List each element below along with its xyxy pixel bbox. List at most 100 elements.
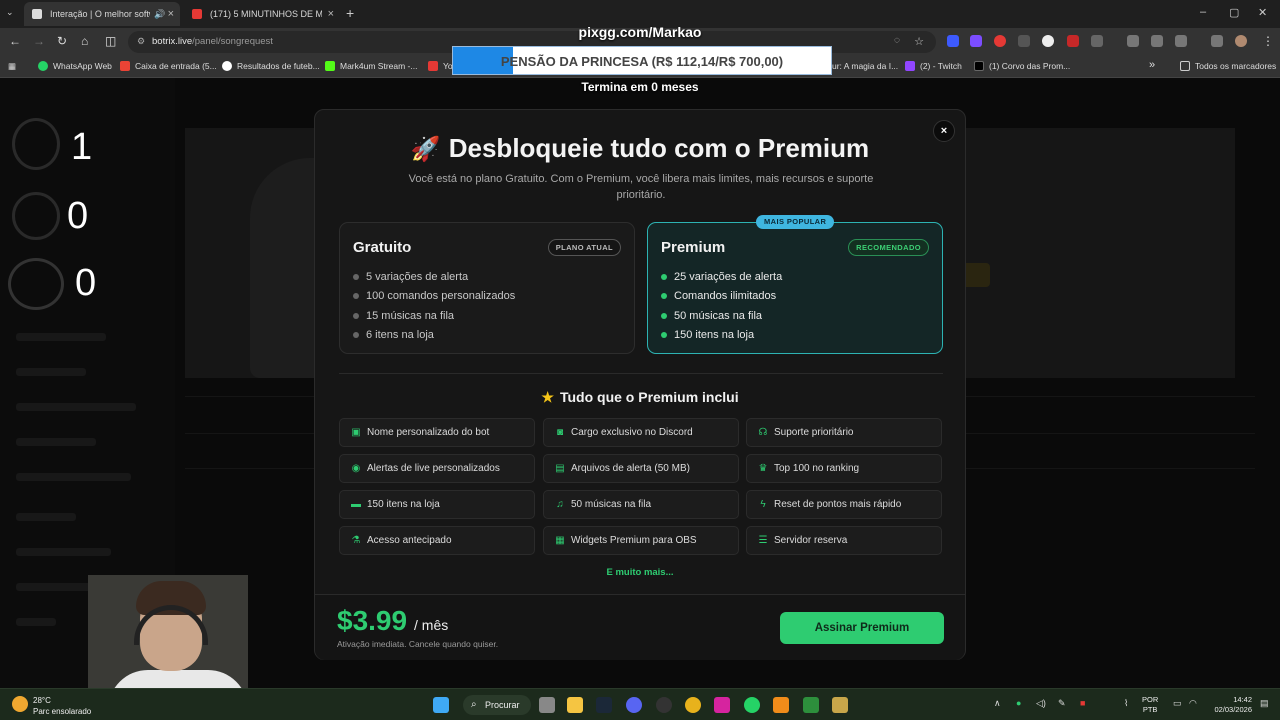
obs-icon[interactable] xyxy=(656,697,672,713)
overlay-counter: 0 xyxy=(67,195,89,237)
tab-search-chevron-icon[interactable]: ⌄ xyxy=(6,7,14,18)
sticker-icon xyxy=(8,258,64,310)
modal-subtitle: Você está no plano Gratuito. Com o Premi… xyxy=(408,173,874,201)
youtube-favicon-icon xyxy=(192,9,202,19)
window-close-icon[interactable]: ✕ xyxy=(1258,6,1267,19)
music-icon: ♫ xyxy=(556,499,564,510)
windows-start-icon[interactable] xyxy=(433,697,449,713)
tab-title: (171) 5 MINUTINHOS DE MAR xyxy=(210,9,322,19)
feature-item: ▦ Widgets Premium para OBS xyxy=(543,526,739,555)
close-tab-icon[interactable]: × xyxy=(328,8,334,20)
robot-icon: ▣ xyxy=(351,427,361,438)
list-item: 150 itens na loja xyxy=(661,326,782,346)
bookmark-x[interactable]: (1) Corvo das Prom... xyxy=(974,61,1070,71)
subscribe-premium-button[interactable]: Assinar Premium xyxy=(780,612,944,644)
headset-icon: ☊ xyxy=(758,427,768,438)
tab-botrix[interactable]: Interação | O melhor softw 🔊 × xyxy=(24,2,180,26)
feature-item: ♫ 50 músicas na fila xyxy=(543,490,739,519)
tab-title: Interação | O melhor softw xyxy=(50,9,150,19)
feature-item: ▬ 150 itens na loja xyxy=(339,490,535,519)
network-icon[interactable]: ⌇ xyxy=(1124,698,1128,709)
app-icon[interactable] xyxy=(803,697,819,713)
clock[interactable]: 14:42 02/03/2026 xyxy=(1206,695,1252,715)
chrome-icon[interactable] xyxy=(685,697,701,713)
list-item: 5 variações de alerta xyxy=(353,267,515,287)
bong-icon xyxy=(12,118,60,170)
tray-app-icon[interactable]: ● xyxy=(1016,698,1021,708)
monitor-icon[interactable]: ▭ xyxy=(1173,698,1182,709)
flask-icon: ⚗ xyxy=(351,535,361,546)
bookmark-twitch[interactable]: (2) - Twitch xyxy=(905,61,962,71)
apps-icon[interactable]: ▦ xyxy=(8,61,16,72)
file-icon: ▤ xyxy=(555,463,565,474)
bookmark-futebol[interactable]: Resultados de futeb... xyxy=(222,61,320,71)
botrix-favicon-icon xyxy=(32,9,42,19)
modal-footer: $3.99 / mês Ativação imediata. Cancele q… xyxy=(315,594,965,660)
volume-icon[interactable]: ◁) xyxy=(1036,698,1046,709)
bookmark-magia[interactable]: ur: A magia da I... xyxy=(832,61,898,71)
premium-plan-card[interactable]: Premium RECOMENDADO 25 variações de aler… xyxy=(647,222,943,354)
price-note: Ativação imediata. Cancele quando quiser… xyxy=(337,639,499,649)
speaker-icon: 🔊 xyxy=(154,8,166,19)
server-icon: ☰ xyxy=(758,535,768,546)
k-icon xyxy=(325,61,335,71)
trophy-icon: ♛ xyxy=(758,463,768,474)
grid-icon: ▦ xyxy=(555,535,565,546)
price-period: / mês xyxy=(414,617,449,633)
premium-plan-list: 25 variações de alerta Comandos ilimitad… xyxy=(661,267,782,345)
feature-item: ◙ Cargo exclusivo no Discord xyxy=(543,418,739,447)
broadcast-icon: ◉ xyxy=(351,463,361,474)
c-icon xyxy=(222,61,232,71)
file-explorer-icon[interactable] xyxy=(567,697,583,713)
instagram-icon[interactable] xyxy=(714,697,730,713)
minimize-icon[interactable]: – xyxy=(1200,6,1206,18)
price: $3.99 xyxy=(337,605,408,636)
list-item: 6 itens na loja xyxy=(353,326,515,346)
divider xyxy=(339,373,943,374)
tray-chevron-icon[interactable]: ∧ xyxy=(994,698,1001,709)
cloud-app-icon[interactable] xyxy=(773,697,789,713)
bookmark-gmail[interactable]: Caixa de entrada (5... xyxy=(120,61,217,71)
task-view-icon[interactable] xyxy=(539,697,555,713)
weather-icon xyxy=(12,696,28,712)
new-tab-icon[interactable]: + xyxy=(346,5,354,21)
feature-item: ⚗ Acesso antecipado xyxy=(339,526,535,555)
bookmarks-overflow[interactable]: » xyxy=(1149,59,1155,71)
most-popular-badge: MAIS POPULAR xyxy=(756,215,835,229)
discord-icon: ◙ xyxy=(556,427,564,438)
feature-item: ϟ Reset de pontos mais rápido xyxy=(746,490,942,519)
youtube-icon xyxy=(428,61,438,71)
whatsapp-taskbar-icon[interactable] xyxy=(744,697,760,713)
list-item: 25 variações de alerta xyxy=(661,267,782,287)
folder-icon xyxy=(1180,61,1190,71)
overlay-title: pixgg.com/Markao xyxy=(578,24,702,40)
list-item: 50 músicas na fila xyxy=(661,306,782,326)
bookmark-youtube[interactable]: Yo xyxy=(428,61,453,71)
feature-item: ▤ Arquivos de alerta (50 MB) xyxy=(543,454,739,483)
league-icon[interactable] xyxy=(832,697,848,713)
pen-icon[interactable]: ✎ xyxy=(1058,698,1066,709)
x-icon xyxy=(974,61,984,71)
steam-icon[interactable] xyxy=(596,697,612,713)
wifi-icon[interactable]: ◠ xyxy=(1189,698,1197,709)
language-indicator[interactable]: POR PTB xyxy=(1142,695,1158,715)
discord-taskbar-icon[interactable] xyxy=(626,697,642,713)
feature-item: ◉ Alertas de live personalizados xyxy=(339,454,535,483)
more-features-link[interactable]: E muito mais... xyxy=(315,567,965,578)
close-tab-icon[interactable]: × xyxy=(168,8,174,20)
maximize-icon[interactable]: ▢ xyxy=(1229,6,1239,19)
record-icon[interactable]: ■ xyxy=(1080,698,1085,708)
bolt-icon: ϟ xyxy=(760,499,766,510)
all-bookmarks[interactable]: Todos os marcadores xyxy=(1180,61,1276,71)
notification-icon[interactable]: ▤ xyxy=(1260,698,1269,709)
recommended-badge: RECOMENDADO xyxy=(848,239,929,256)
search-icon: ⌕ xyxy=(471,699,477,710)
feature-item: ♛ Top 100 no ranking xyxy=(746,454,942,483)
rocket-icon: 🚀 xyxy=(410,136,441,163)
bookmark-mark4um[interactable]: Mark4um Stream -... xyxy=(325,61,417,71)
plan-name: Premium xyxy=(661,239,726,256)
premium-modal: × 🚀 Desbloqueie tudo com o Premium Você e… xyxy=(314,109,966,660)
taskbar-search[interactable]: ⌕ Procurar xyxy=(463,695,531,715)
bookmark-whatsapp[interactable]: WhatsApp Web xyxy=(38,61,112,71)
tab-youtube[interactable]: (171) 5 MINUTINHOS DE MAR × xyxy=(184,2,340,26)
